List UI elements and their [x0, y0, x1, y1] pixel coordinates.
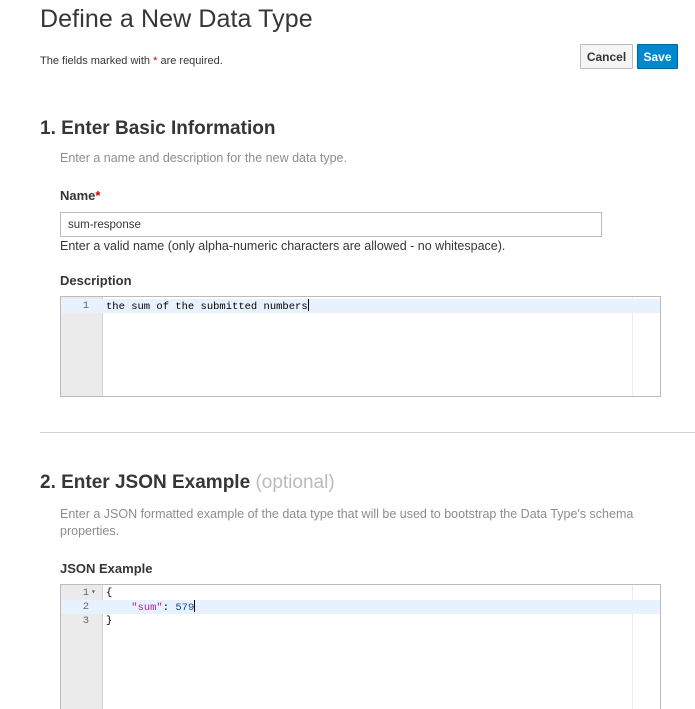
text-cursor: [307, 299, 309, 311]
page-title: Define a New Data Type: [40, 5, 313, 33]
line-code: }: [106, 615, 113, 627]
description-label: Description: [60, 273, 132, 288]
description-editor[interactable]: 1 the sum of the submitted numbers: [60, 296, 661, 397]
name-label-text: Name: [60, 188, 96, 203]
line-code: {: [106, 587, 113, 599]
section-divider: [40, 432, 695, 433]
required-note-prefix: The fields marked with: [40, 55, 154, 67]
name-label: Name*: [60, 188, 100, 203]
line-number: 2: [82, 601, 89, 613]
line-code: the sum of the submitted numbers: [106, 299, 309, 314]
name-required-mark: *: [95, 188, 101, 203]
line-number: 1: [82, 587, 89, 599]
section-json-title-text: 2. Enter JSON Example: [40, 472, 251, 493]
json-example-editor[interactable]: 1 ▾ { 2 "sum": 579 3 }: [60, 584, 661, 709]
line-number: 1: [82, 300, 89, 312]
fold-toggle-icon[interactable]: ▾: [91, 586, 96, 600]
line-code: "sum": 579: [106, 600, 196, 615]
cancel-button[interactable]: Cancel: [580, 44, 633, 69]
section-basic-info-description: Enter a name and description for the new…: [60, 151, 347, 165]
editor-line: 1 ▾ {: [61, 586, 660, 600]
json-example-label: JSON Example: [60, 561, 153, 576]
json-key: "sum": [131, 602, 163, 614]
name-input[interactable]: [60, 212, 602, 237]
editor-line: 1 the sum of the submitted numbers: [61, 299, 660, 313]
json-separator: :: [162, 602, 176, 614]
optional-label: (optional): [255, 472, 335, 493]
required-note-suffix: are required.: [157, 55, 223, 67]
save-button[interactable]: Save: [637, 44, 678, 69]
required-fields-note: The fields marked with * are required.: [40, 55, 223, 67]
json-value: 579: [175, 602, 195, 614]
line-text: the sum of the submitted numbers: [106, 301, 308, 313]
text-cursor: [194, 600, 196, 612]
section-json-example-title: 2. Enter JSON Example (optional): [40, 472, 335, 494]
line-number: 3: [82, 615, 89, 627]
name-help-text: Enter a valid name (only alpha-numeric c…: [60, 239, 506, 253]
editor-line: 2 "sum": 579: [61, 600, 660, 614]
section-json-example-description: Enter a JSON formatted example of the da…: [60, 507, 634, 538]
section-basic-info-title: 1. Enter Basic Information: [40, 118, 276, 139]
editor-line: 3 }: [61, 614, 660, 628]
